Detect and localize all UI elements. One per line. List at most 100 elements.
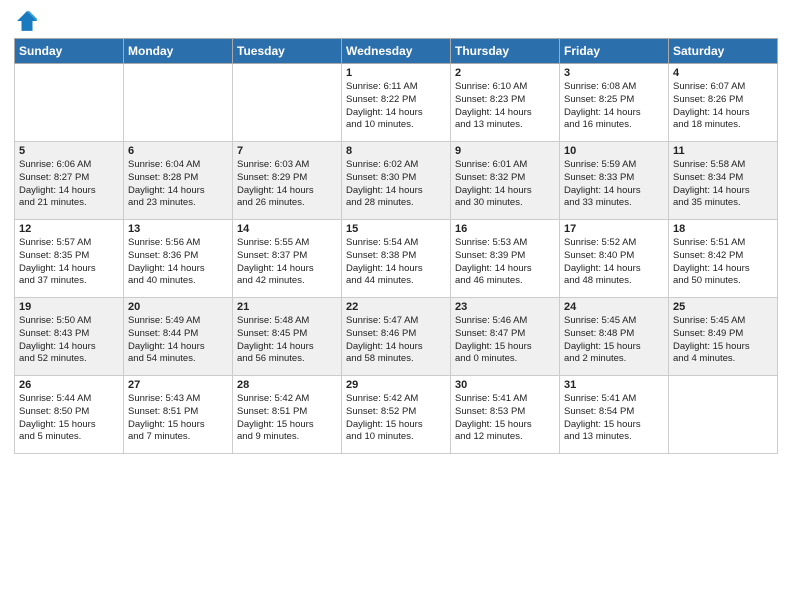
day-info: Sunrise: 6:11 AM Sunset: 8:22 PM Dayligh… <box>346 81 446 132</box>
calendar-cell: 1 Sunrise: 6:11 AM Sunset: 8:22 PM Daylig… <box>342 64 451 142</box>
calendar-cell: 7 Sunrise: 6:03 AM Sunset: 8:29 PM Daylig… <box>233 142 342 220</box>
calendar-cell: 21 Sunrise: 5:48 AM Sunset: 8:45 PM Dayli… <box>233 298 342 376</box>
calendar-table: SundayMondayTuesdayWednesdayThursdayFrid… <box>14 38 778 454</box>
calendar-cell <box>124 64 233 142</box>
day-info: Sunrise: 6:03 AM Sunset: 8:29 PM Dayligh… <box>237 159 337 210</box>
day-info: Sunrise: 5:43 AM Sunset: 8:51 PM Dayligh… <box>128 393 228 444</box>
week-row-1: 1 Sunrise: 6:11 AM Sunset: 8:22 PM Daylig… <box>15 64 778 142</box>
day-info: Sunrise: 6:08 AM Sunset: 8:25 PM Dayligh… <box>564 81 664 132</box>
day-info: Sunrise: 5:44 AM Sunset: 8:50 PM Dayligh… <box>19 393 119 444</box>
day-number: 11 <box>673 145 773 157</box>
calendar-cell: 9Sunrise: 6:01 AM Sunset: 8:32 PM Daylig… <box>451 142 560 220</box>
day-info: Sunrise: 5:48 AM Sunset: 8:45 PM Dayligh… <box>237 315 337 366</box>
calendar-cell: 15 Sunrise: 5:54 AM Sunset: 8:38 PM Dayli… <box>342 220 451 298</box>
day-number: 21 <box>237 301 337 313</box>
calendar-cell: 23 Sunrise: 5:46 AM Sunset: 8:47 PM Dayli… <box>451 298 560 376</box>
header-cell-friday: Friday <box>560 39 669 64</box>
calendar-cell: 27Sunrise: 5:43 AM Sunset: 8:51 PM Dayli… <box>124 376 233 454</box>
day-info: Sunrise: 5:49 AM Sunset: 8:44 PM Dayligh… <box>128 315 228 366</box>
calendar-cell: 19Sunrise: 5:50 AM Sunset: 8:43 PM Dayli… <box>15 298 124 376</box>
day-number: 5 <box>19 145 119 157</box>
day-info: Sunrise: 6:06 AM Sunset: 8:27 PM Dayligh… <box>19 159 119 210</box>
day-info: Sunrise: 5:52 AM Sunset: 8:40 PM Dayligh… <box>564 237 664 288</box>
calendar-cell: 13 Sunrise: 5:56 AM Sunset: 8:36 PM Dayli… <box>124 220 233 298</box>
calendar-cell: 3 Sunrise: 6:08 AM Sunset: 8:25 PM Daylig… <box>560 64 669 142</box>
day-number: 7 <box>237 145 337 157</box>
day-number: 26 <box>19 379 119 391</box>
calendar-cell: 26 Sunrise: 5:44 AM Sunset: 8:50 PM Dayli… <box>15 376 124 454</box>
day-number: 16 <box>455 223 555 235</box>
calendar-cell <box>15 64 124 142</box>
day-info: Sunrise: 5:45 AM Sunset: 8:48 PM Dayligh… <box>564 315 664 366</box>
day-info: Sunrise: 5:54 AM Sunset: 8:38 PM Dayligh… <box>346 237 446 288</box>
day-number: 9 <box>455 145 555 157</box>
day-info: Sunrise: 5:57 AM Sunset: 8:35 PM Dayligh… <box>19 237 119 288</box>
day-info: Sunrise: 5:42 AM Sunset: 8:51 PM Dayligh… <box>237 393 337 444</box>
day-info: Sunrise: 6:02 AM Sunset: 8:30 PM Dayligh… <box>346 159 446 210</box>
day-number: 31 <box>564 379 664 391</box>
day-info: Sunrise: 6:07 AM Sunset: 8:26 PM Dayligh… <box>673 81 773 132</box>
calendar-cell: 4 Sunrise: 6:07 AM Sunset: 8:26 PM Daylig… <box>669 64 778 142</box>
day-number: 30 <box>455 379 555 391</box>
day-info: Sunrise: 5:46 AM Sunset: 8:47 PM Dayligh… <box>455 315 555 366</box>
calendar-cell: 29 Sunrise: 5:42 AM Sunset: 8:52 PM Dayli… <box>342 376 451 454</box>
calendar-cell: 28 Sunrise: 5:42 AM Sunset: 8:51 PM Dayli… <box>233 376 342 454</box>
header <box>14 10 778 32</box>
calendar-cell: 2 Sunrise: 6:10 AM Sunset: 8:23 PM Daylig… <box>451 64 560 142</box>
day-info: Sunrise: 5:51 AM Sunset: 8:42 PM Dayligh… <box>673 237 773 288</box>
day-number: 10 <box>564 145 664 157</box>
day-info: Sunrise: 6:04 AM Sunset: 8:28 PM Dayligh… <box>128 159 228 210</box>
day-info: Sunrise: 5:56 AM Sunset: 8:36 PM Dayligh… <box>128 237 228 288</box>
day-info: Sunrise: 6:10 AM Sunset: 8:23 PM Dayligh… <box>455 81 555 132</box>
day-number: 18 <box>673 223 773 235</box>
calendar-body: 1 Sunrise: 6:11 AM Sunset: 8:22 PM Daylig… <box>15 64 778 454</box>
day-number: 22 <box>346 301 446 313</box>
day-number: 6 <box>128 145 228 157</box>
calendar-cell: 8 Sunrise: 6:02 AM Sunset: 8:30 PM Daylig… <box>342 142 451 220</box>
day-number: 17 <box>564 223 664 235</box>
day-number: 13 <box>128 223 228 235</box>
week-row-5: 26 Sunrise: 5:44 AM Sunset: 8:50 PM Dayli… <box>15 376 778 454</box>
day-info: Sunrise: 5:55 AM Sunset: 8:37 PM Dayligh… <box>237 237 337 288</box>
day-number: 15 <box>346 223 446 235</box>
day-info: Sunrise: 5:47 AM Sunset: 8:46 PM Dayligh… <box>346 315 446 366</box>
calendar-cell: 11 Sunrise: 5:58 AM Sunset: 8:34 PM Dayli… <box>669 142 778 220</box>
week-row-2: 5 Sunrise: 6:06 AM Sunset: 8:27 PM Daylig… <box>15 142 778 220</box>
day-number: 25 <box>673 301 773 313</box>
header-cell-thursday: Thursday <box>451 39 560 64</box>
calendar-cell: 25 Sunrise: 5:45 AM Sunset: 8:49 PM Dayli… <box>669 298 778 376</box>
day-number: 28 <box>237 379 337 391</box>
day-info: Sunrise: 5:58 AM Sunset: 8:34 PM Dayligh… <box>673 159 773 210</box>
day-number: 3 <box>564 67 664 79</box>
calendar-cell: 17 Sunrise: 5:52 AM Sunset: 8:40 PM Dayli… <box>560 220 669 298</box>
calendar-header: SundayMondayTuesdayWednesdayThursdayFrid… <box>15 39 778 64</box>
day-info: Sunrise: 5:53 AM Sunset: 8:39 PM Dayligh… <box>455 237 555 288</box>
day-number: 8 <box>346 145 446 157</box>
day-number: 20 <box>128 301 228 313</box>
day-info: Sunrise: 5:42 AM Sunset: 8:52 PM Dayligh… <box>346 393 446 444</box>
day-number: 4 <box>673 67 773 79</box>
calendar-cell: 14Sunrise: 5:55 AM Sunset: 8:37 PM Dayli… <box>233 220 342 298</box>
day-number: 24 <box>564 301 664 313</box>
calendar-cell: 31 Sunrise: 5:41 AM Sunset: 8:54 PM Dayli… <box>560 376 669 454</box>
calendar-cell: 6 Sunrise: 6:04 AM Sunset: 8:28 PM Daylig… <box>124 142 233 220</box>
calendar-cell: 18 Sunrise: 5:51 AM Sunset: 8:42 PM Dayli… <box>669 220 778 298</box>
header-row: SundayMondayTuesdayWednesdayThursdayFrid… <box>15 39 778 64</box>
day-number: 23 <box>455 301 555 313</box>
calendar-cell <box>669 376 778 454</box>
calendar-cell <box>233 64 342 142</box>
header-cell-tuesday: Tuesday <box>233 39 342 64</box>
day-number: 29 <box>346 379 446 391</box>
day-info: Sunrise: 5:45 AM Sunset: 8:49 PM Dayligh… <box>673 315 773 366</box>
day-info: Sunrise: 5:59 AM Sunset: 8:33 PM Dayligh… <box>564 159 664 210</box>
week-row-4: 19Sunrise: 5:50 AM Sunset: 8:43 PM Dayli… <box>15 298 778 376</box>
day-number: 1 <box>346 67 446 79</box>
day-info: Sunrise: 5:50 AM Sunset: 8:43 PM Dayligh… <box>19 315 119 366</box>
day-number: 12 <box>19 223 119 235</box>
day-number: 2 <box>455 67 555 79</box>
day-info: Sunrise: 5:41 AM Sunset: 8:54 PM Dayligh… <box>564 393 664 444</box>
header-cell-wednesday: Wednesday <box>342 39 451 64</box>
calendar-cell: 10 Sunrise: 5:59 AM Sunset: 8:33 PM Dayli… <box>560 142 669 220</box>
calendar-cell: 22 Sunrise: 5:47 AM Sunset: 8:46 PM Dayli… <box>342 298 451 376</box>
calendar-cell: 12 Sunrise: 5:57 AM Sunset: 8:35 PM Dayli… <box>15 220 124 298</box>
